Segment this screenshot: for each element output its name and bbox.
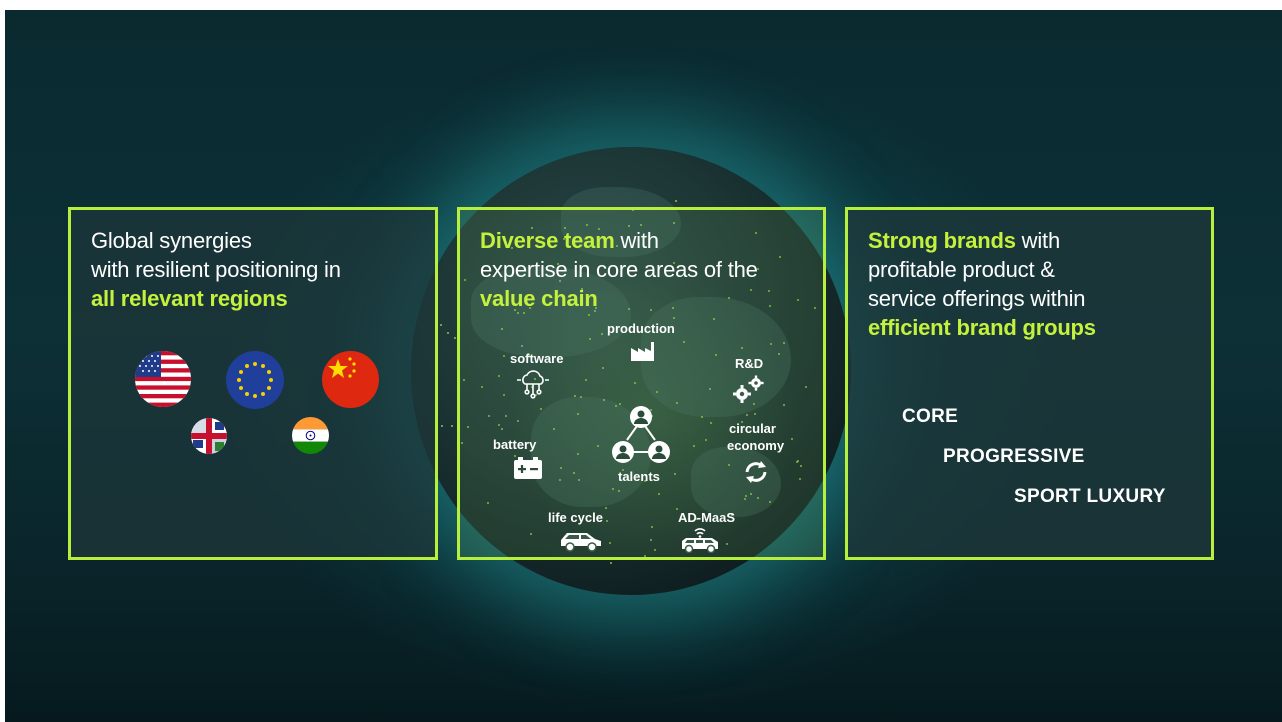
- factory-icon: [630, 340, 656, 367]
- value-chain-rnd-label: R&D: [735, 356, 764, 371]
- panel-heading: Diverse team with expertise in core area…: [480, 226, 813, 313]
- city-light: [454, 337, 456, 339]
- india-flag-icon: [292, 417, 329, 454]
- value-chain-circular-label-line1: circular: [729, 421, 776, 436]
- city-light: [675, 200, 677, 202]
- value-chain-talents-label: talents: [618, 469, 660, 484]
- value-chain-circular-label-line2: economy: [727, 438, 785, 453]
- recycle-icon: [742, 458, 770, 491]
- heading-highlight: Diverse team: [480, 228, 615, 253]
- heading-highlight: Strong brands: [868, 228, 1016, 253]
- panel-heading: Global synergies with resilient position…: [91, 226, 425, 313]
- heading-text: with: [1015, 228, 1061, 253]
- slide-background: Global synergies with resilient position…: [5, 10, 1282, 722]
- panel-global-synergies: Global synergies with resilient position…: [68, 207, 438, 560]
- eu-flag-icon: [226, 351, 284, 409]
- heading-line: Global synergies: [91, 228, 252, 253]
- talents-network-icon: [609, 404, 673, 473]
- value-chain-production-label: production: [607, 321, 675, 336]
- heading-line: expertise in core areas of the: [480, 257, 758, 282]
- heading-line: with resilient positioning in: [91, 257, 341, 282]
- cloud-network-icon: [515, 368, 551, 405]
- city-light: [610, 562, 612, 564]
- value-chain-battery-label: battery: [493, 437, 537, 452]
- gears-icon: [732, 374, 766, 409]
- heading-line: service offerings within: [868, 286, 1086, 311]
- china-flag-icon: [322, 351, 379, 408]
- value-chain-lifecycle-label: life cycle: [548, 510, 603, 525]
- city-light: [451, 425, 453, 427]
- heading-text: with: [614, 228, 659, 253]
- panel-strong-brands: Strong brands with profitable product & …: [845, 207, 1214, 560]
- autonomous-van-icon: [680, 525, 720, 558]
- value-chain-software-label: software: [510, 351, 564, 366]
- panel-heading: Strong brands with profitable product & …: [868, 226, 1201, 342]
- brand-group-progressive: PROGRESSIVE: [943, 446, 1085, 467]
- heading-highlight: value chain: [480, 286, 598, 311]
- heading-highlight: all relevant regions: [91, 286, 288, 311]
- value-chain-admaas-label: AD-MaaS: [678, 510, 736, 525]
- brand-group-core: CORE: [902, 406, 959, 427]
- usa-flag-icon: [135, 351, 191, 407]
- panel-diverse-team: Diverse team with expertise in core area…: [457, 207, 826, 560]
- uk-flag-icon: [191, 418, 227, 454]
- city-light: [440, 324, 442, 326]
- battery-icon: [513, 456, 543, 485]
- car-icon: [559, 530, 603, 557]
- city-light: [447, 332, 449, 334]
- city-light: [441, 425, 443, 427]
- heading-highlight: efficient brand groups: [868, 315, 1096, 340]
- brand-group-sport-luxury: SPORT LUXURY: [1014, 486, 1166, 507]
- heading-line: profitable product &: [868, 257, 1055, 282]
